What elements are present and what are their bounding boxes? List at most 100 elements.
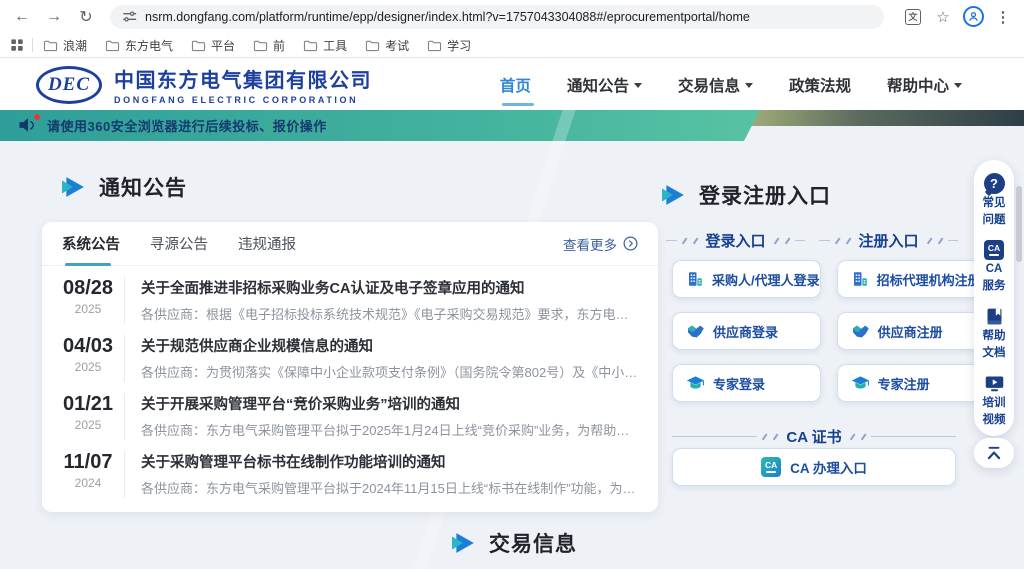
bookmark-label: 学习 — [447, 37, 471, 54]
notice-date: 04/03 2025 — [52, 335, 124, 382]
bookmark-item[interactable]: 考试 — [365, 37, 409, 54]
browser-toolbar: ← → ↻ nsrm.dongfang.com/platform/runtime… — [0, 0, 1024, 33]
nav-label: 首页 — [500, 74, 531, 96]
reload-icon[interactable]: ↻ — [74, 5, 98, 29]
ca-entry-button[interactable]: CA CA 办理入口 — [672, 448, 956, 486]
login-register-subheaders: 登录入口 注册入口 — [666, 230, 958, 251]
shortcut-label: 常见 — [983, 197, 1006, 211]
login-section-header: 登录注册入口 — [662, 180, 831, 210]
bookmark-item[interactable]: 学习 — [427, 37, 471, 54]
building-icon — [686, 270, 704, 288]
notice-desc: 各供应商：为贯彻落实《保障中小企业款项支付条例》（国务院令第802号）及《中小企… — [141, 362, 638, 381]
bidding-agency-register-button[interactable]: 招标代理机构注册 — [837, 260, 982, 298]
training-videos-shortcut[interactable]: 培训 视频 — [983, 373, 1006, 427]
company-name-cn: 中国东方电气集团有限公司 — [114, 64, 372, 93]
notice-date-year: 2024 — [52, 476, 124, 490]
section-arrow-icon — [452, 533, 476, 553]
folder-icon — [105, 39, 120, 52]
help-docs-shortcut[interactable]: 帮助 文档 — [983, 306, 1006, 360]
scroll-to-top-button[interactable] — [974, 438, 1014, 468]
forward-icon[interactable]: → — [42, 5, 66, 29]
notice-desc: 各供应商：东方电气采购管理平台拟于2025年1月24日上线“竞价采购”业务，为帮… — [141, 420, 638, 439]
main-nav: 首页 通知公告 交易信息 政策法规 帮助中心 — [500, 59, 962, 110]
notice-date-md: 04/03 — [52, 335, 124, 358]
faq-shortcut[interactable]: ? 常见 问题 — [983, 173, 1006, 227]
building-icon — [851, 270, 869, 288]
ca-badge-text: CA — [765, 461, 777, 470]
folder-icon — [365, 39, 380, 52]
expert-login-button[interactable]: 专家登录 — [672, 364, 821, 402]
notice-desc: 各供应商：根据《电子招标投标系统技术规范》《电子采购交易规范》要求，东方电气采购… — [141, 304, 638, 323]
tab-violation-reports[interactable]: 违规通报 — [238, 222, 296, 266]
bookmark-item[interactable]: 浪潮 — [43, 37, 87, 54]
nav-item-trade-info[interactable]: 交易信息 — [678, 68, 753, 102]
nav-label: 交易信息 — [678, 74, 740, 96]
view-more-link[interactable]: 查看更多 — [563, 234, 638, 254]
menu-icon[interactable]: ⋮ — [992, 6, 1014, 28]
tick-decoration — [937, 237, 942, 244]
ca-cert-label: CA 证书 — [786, 426, 841, 447]
button-label: 供应商登录 — [713, 322, 778, 341]
purchaser-agent-login-button[interactable]: 采购人/代理人登录 — [672, 260, 821, 298]
folder-icon — [427, 39, 442, 52]
notices-card: 系统公告 寻源公告 违规通报 查看更多 08/28 2025 关于全面推进非招标… — [42, 222, 658, 512]
avatar-ring — [963, 6, 984, 27]
supplier-register-button[interactable]: 供应商注册 — [837, 312, 982, 350]
tick-decoration — [860, 433, 865, 440]
bookmark-item[interactable]: 东方电气 — [105, 37, 173, 54]
nav-item-help-center[interactable]: 帮助中心 — [887, 68, 962, 102]
notice-row[interactable]: 04/03 2025 关于规范供应商企业规模信息的通知 各供应商：为贯彻落实《保… — [42, 324, 658, 382]
site-settings-icon[interactable] — [122, 9, 137, 24]
tick-decoration — [784, 237, 789, 244]
bookmark-item[interactable]: 平台 — [191, 37, 235, 54]
notice-date-md: 11/07 — [52, 451, 124, 474]
section-title: 通知公告 — [99, 172, 187, 202]
bookmark-label: 平台 — [211, 37, 235, 54]
ca-service-shortcut[interactable]: CA CA 服务 — [983, 240, 1006, 293]
bookmark-item[interactable]: 前 — [253, 37, 285, 54]
notice-date-md: 01/21 — [52, 393, 124, 416]
notice-row[interactable]: 11/07 2024 关于采购管理平台标书在线制作功能培训的通知 各供应商：东方… — [42, 440, 658, 498]
shortcut-label: CA — [986, 263, 1003, 277]
notice-date-year: 2025 — [52, 360, 124, 374]
notice-row[interactable]: 08/28 2025 关于全面推进非招标采购业务CA认证及电子签章应用的通知 各… — [42, 266, 658, 324]
supplier-login-button[interactable]: 供应商登录 — [672, 312, 821, 350]
notice-title: 关于开展采购管理平台“竞价采购业务”培训的通知 — [141, 393, 638, 414]
site-header: DEC 中国东方电气集团有限公司 DONGFANG ELECTRIC CORPO… — [0, 59, 1024, 110]
alert-dot — [34, 114, 40, 120]
notice-body: 关于开展采购管理平台“竞价采购业务”培训的通知 各供应商：东方电气采购管理平台拟… — [124, 393, 638, 440]
profile-avatar[interactable] — [962, 6, 984, 28]
divider — [871, 436, 956, 437]
folder-icon — [43, 39, 58, 52]
bookmark-star-icon[interactable]: ☆ — [932, 6, 954, 28]
speaker-icon — [18, 117, 38, 134]
nav-label: 通知公告 — [567, 74, 629, 96]
shortcut-label: 问题 — [983, 214, 1006, 228]
apps-grid-icon[interactable] — [10, 38, 24, 52]
section-title: 交易信息 — [489, 528, 577, 558]
notice-row[interactable]: 01/21 2025 关于开展采购管理平台“竞价采购业务”培训的通知 各供应商：… — [42, 382, 658, 440]
ca-badge-icon: CA — [761, 457, 781, 477]
nav-item-home[interactable]: 首页 — [500, 68, 531, 102]
chevron-down-icon — [634, 83, 642, 88]
bookmark-item[interactable]: 工具 — [303, 37, 347, 54]
tab-sourcing-notices[interactable]: 寻源公告 — [150, 222, 208, 266]
translate-icon[interactable]: 文 — [902, 6, 924, 28]
ca-badge-icon: CA — [984, 240, 1004, 260]
shortcut-label: 视频 — [983, 414, 1006, 428]
ca-cert-subheader: CA 证书 — [672, 426, 956, 447]
register-subheader-label: 注册入口 — [859, 230, 919, 251]
back-icon[interactable]: ← — [10, 5, 34, 29]
nav-item-notices[interactable]: 通知公告 — [567, 68, 642, 102]
url-bar[interactable]: nsrm.dongfang.com/platform/runtime/epp/d… — [110, 5, 884, 29]
company-logo[interactable]: DEC 中国东方电气集团有限公司 DONGFANG ELECTRIC CORPO… — [36, 64, 372, 105]
scrollbar-thumb[interactable] — [1016, 186, 1022, 262]
shortcut-label: 文档 — [983, 347, 1006, 361]
nav-item-policy[interactable]: 政策法规 — [789, 68, 851, 102]
divider — [948, 240, 959, 241]
dec-logo-icon: DEC — [36, 66, 102, 104]
notice-date: 11/07 2024 — [52, 451, 124, 498]
tab-system-notices[interactable]: 系统公告 — [62, 222, 120, 266]
expert-register-button[interactable]: 专家注册 — [837, 364, 982, 402]
document-icon — [984, 306, 1005, 327]
